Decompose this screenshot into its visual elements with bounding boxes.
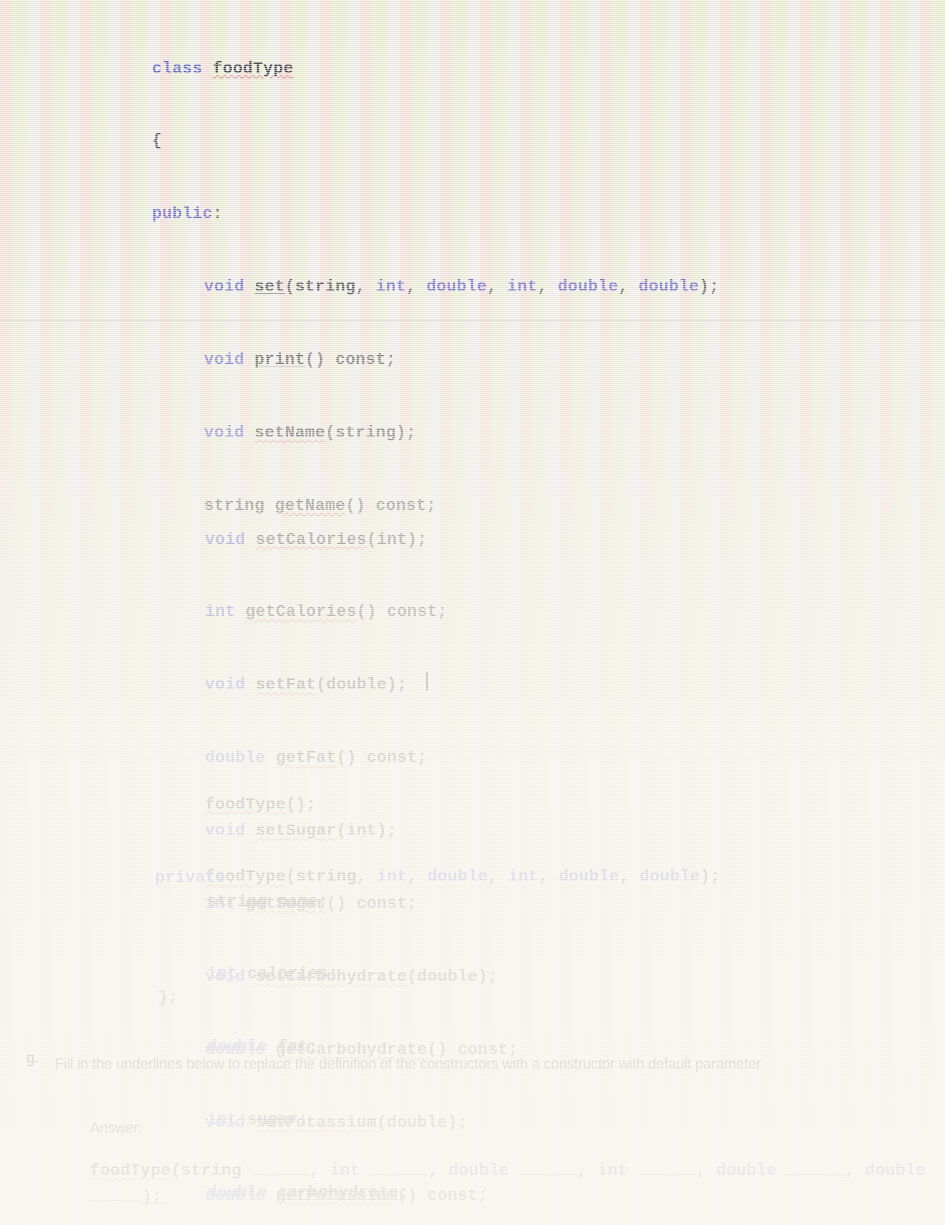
semi: ; [297, 1110, 309, 1130]
comma-2: , [406, 277, 427, 297]
keyword-void: void [204, 277, 245, 297]
comma-a4: , [695, 1161, 707, 1180]
type-double-3: double [638, 277, 700, 297]
comma-a1: , [309, 1161, 320, 1180]
close-paren-semi: ); [700, 867, 721, 887]
member-calories: calories [247, 964, 329, 984]
code-line-setcalories: void setCalories(int); [205, 528, 518, 552]
identifier-setcalories: setCalories [255, 529, 367, 549]
colon-punct: : [212, 204, 223, 224]
blank-5[interactable] [786, 1174, 845, 1175]
type-string: string [294, 277, 356, 297]
type-int-2: int [508, 867, 539, 887]
type-string: string [207, 891, 268, 911]
close-paren-semi-answer: ); [142, 1187, 163, 1206]
semi: ; [328, 964, 339, 984]
identifier-print: print [254, 350, 306, 370]
param-type-double-2: double [716, 1161, 777, 1180]
param-type-double-1: double [448, 1161, 510, 1180]
type-int-2: int [507, 277, 538, 297]
blank-6[interactable] [90, 1200, 142, 1201]
param-type-int-2: int [597, 1161, 628, 1180]
blank-1[interactable] [251, 1174, 310, 1175]
paren-int-semi: (int); [366, 529, 428, 549]
code-line-getcalories: int getCalories() const; [205, 600, 518, 624]
identifier-setname: setName [254, 423, 326, 443]
brace-close-semi: }; [158, 988, 179, 1007]
comma-3: , [486, 277, 508, 297]
type-int-1: int [375, 277, 407, 297]
comma-3: , [487, 867, 509, 887]
comma-5: , [619, 867, 640, 887]
code-line-member-sugar: int sugar; [207, 1108, 409, 1132]
paren-open: ( [284, 277, 295, 297]
code-line-default-ctor: foodType(); [205, 793, 720, 817]
comma-a3: , [577, 1161, 588, 1180]
comma-a2: , [428, 1161, 439, 1180]
code-line-member-name: string name; [207, 890, 409, 914]
keyword-void: void [205, 529, 246, 549]
keyword-int: int [207, 964, 238, 984]
keyword-void: void [204, 423, 245, 443]
close-paren-semi: ); [699, 277, 720, 297]
comma-5: , [618, 277, 639, 297]
code-line-setfat: void setFat(double); [205, 673, 518, 697]
comma-a5: , [844, 1161, 855, 1180]
param-type-int-1: int [329, 1161, 361, 1180]
answer-fill-in-line[interactable]: foodType(string , int , double , int , d… [90, 1158, 930, 1210]
semi: ; [318, 891, 329, 911]
keyword-void: void [204, 350, 245, 370]
code-line-public: public: [152, 202, 719, 226]
scanned-page: class foodType { public: void set(string… [0, 0, 945, 1225]
identifier-getcalories: getCalories [245, 602, 357, 622]
code-line-class-declaration: class foodType [152, 57, 719, 81]
member-name: name [277, 891, 319, 911]
paren-double-semi: (double); [316, 675, 408, 695]
code-line-class-close: }; [158, 986, 178, 1010]
param-type-double-3: double [865, 1161, 926, 1180]
answer-label: Answer: [90, 1120, 142, 1137]
comma-2: , [407, 867, 428, 887]
code-line-open-brace: { [152, 129, 719, 153]
blank-2[interactable] [370, 1174, 429, 1175]
keyword-int: int [205, 602, 236, 622]
identifier-foodtype-answer: foodType [90, 1161, 171, 1180]
member-sugar: sugar [247, 1110, 298, 1130]
keyword-public: public [152, 204, 213, 224]
identifier-setfat: setFat [255, 675, 317, 695]
comma-1: , [355, 277, 376, 297]
brace-open: { [152, 131, 163, 151]
paren-open: ( [170, 1161, 181, 1180]
identifier-foodtype: foodType [212, 58, 294, 78]
code-line-print: void print() const; [204, 348, 719, 372]
keyword-void: void [205, 675, 246, 695]
empty-paren-const: () const; [356, 602, 448, 622]
question-label: g. [26, 1050, 39, 1067]
question-text: Fill in the underlines below to replace … [55, 1056, 764, 1073]
blank-3[interactable] [519, 1174, 578, 1175]
type-double-1: double [426, 277, 487, 297]
code-line-member-calories: int calories; [207, 962, 409, 986]
param-type-string: string [180, 1161, 242, 1180]
comma-4: , [538, 867, 559, 887]
code-line-set: void set(string, int, double, int, doubl… [204, 275, 719, 299]
comma-4: , [537, 277, 558, 297]
identifier-foodtype-ctor1: foodType [205, 794, 286, 814]
keyword-class: class [152, 58, 203, 78]
blank-4[interactable] [637, 1174, 696, 1175]
type-double-2: double [557, 277, 619, 297]
empty-paren-semi: (); [285, 794, 317, 814]
type-double-2: double [558, 867, 620, 887]
text-cursor-caret [426, 672, 428, 691]
keyword-int: int [207, 1110, 238, 1130]
type-double-1: double [427, 867, 488, 887]
paren-string-semi: (string); [325, 423, 417, 443]
identifier-set: set [254, 277, 285, 297]
type-double-3: double [639, 867, 701, 887]
paren-double-semi: (double); [407, 966, 498, 986]
code-line-setname: void setName(string); [204, 421, 719, 445]
empty-paren-const: () const; [305, 350, 396, 370]
